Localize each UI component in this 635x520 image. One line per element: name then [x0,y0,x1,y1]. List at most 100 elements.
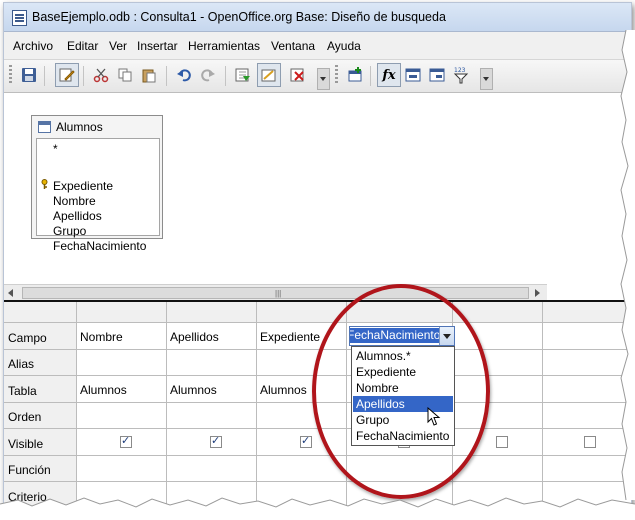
menu-ver[interactable]: Ver [109,39,127,53]
visible-cell [453,429,543,456]
redo-icon[interactable] [197,64,219,86]
column-header[interactable] [77,302,167,323]
visible-cell [77,429,167,456]
clear-query-icon[interactable] [287,64,309,86]
dropdown-option[interactable]: Alumnos.* [353,348,453,364]
table-design-area: Alumnos * Expediente Nombre Apellidos Gr… [4,93,631,284]
row-label-orden: Orden [4,403,77,429]
add-table-icon[interactable] [344,64,366,86]
orden-cell[interactable] [167,403,257,429]
combobox-value: FechaNacimiento [349,328,443,343]
field-item[interactable]: FechaNacimiento [53,239,146,253]
field-item[interactable]: Grupo [53,224,86,238]
alias-cell[interactable] [77,350,167,376]
chevron-down-icon[interactable] [439,327,454,345]
functions-icon[interactable]: fx [377,63,401,87]
horizontal-scrollbar[interactable]: ||| [4,284,547,300]
run-query-icon[interactable] [232,64,254,86]
toolbar-more-button-1[interactable] [317,68,330,90]
table-window-header[interactable]: Alumnos [32,116,162,138]
alias-cell[interactable] [257,350,347,376]
field-item[interactable]: Expediente [53,179,113,193]
visible-checkbox[interactable] [120,434,132,448]
field-item[interactable]: * [53,142,58,156]
alias-icon[interactable] [426,64,448,86]
toolbar-grip[interactable] [9,65,12,85]
copy-icon[interactable] [114,64,136,86]
save-icon[interactable] [18,64,40,86]
funcion-cell[interactable] [257,456,347,482]
distinct-values-icon[interactable]: 123 [450,64,472,86]
visible-checkbox[interactable] [496,436,508,448]
menu-herramientas[interactable]: Herramientas [188,39,260,53]
title-bar: BaseEjemplo.odb : Consulta1 - OpenOffice… [4,3,631,32]
table-window-alumnos[interactable]: Alumnos * Expediente Nombre Apellidos Gr… [31,115,163,253]
row-label-funcion: Función [4,456,77,482]
field-item[interactable]: Nombre [53,194,96,208]
query-design-grid: Campo Alias Tabla Orden Visible Función … [4,302,631,515]
window-title: BaseEjemplo.odb : Consulta1 - OpenOffice… [32,10,446,24]
table-icon [38,121,51,133]
torn-edge-right [620,30,635,500]
tabla-cell[interactable]: Alumnos [167,376,257,403]
cut-icon[interactable] [90,64,112,86]
application-window: BaseEjemplo.odb : Consulta1 - OpenOffice… [3,2,632,516]
campo-cell[interactable] [453,323,543,350]
funcion-cell[interactable] [167,456,257,482]
menu-editar[interactable]: Editar [67,39,98,53]
table-window-title: Alumnos [56,120,103,134]
tabla-cell[interactable]: Alumnos [77,376,167,403]
tabla-cell[interactable] [453,376,543,403]
funcion-cell[interactable] [77,456,167,482]
visible-checkbox[interactable] [584,436,596,448]
table-name-icon[interactable] [402,64,424,86]
svg-text:123: 123 [454,67,466,74]
column-header[interactable] [347,302,453,323]
design-view-toggle-icon[interactable] [257,63,281,87]
app-icon [12,10,27,26]
primary-key-icon [41,179,48,189]
visible-checkbox[interactable] [210,434,222,448]
field-item[interactable]: Apellidos [53,209,102,223]
funcion-cell[interactable] [347,456,453,482]
column-header[interactable] [257,302,347,323]
visible-checkbox[interactable] [300,434,312,448]
dropdown-option[interactable]: Expediente [353,364,453,380]
column-header[interactable] [167,302,257,323]
edit-mode-icon[interactable] [55,63,79,87]
funcion-cell[interactable] [453,456,543,482]
row-label-visible: Visible [4,429,77,456]
alias-cell[interactable] [167,350,257,376]
campo-dropdown-list[interactable]: Alumnos.* Expediente Nombre Apellidos Gr… [351,346,455,446]
scroll-left-icon[interactable] [8,289,13,297]
campo-combobox[interactable]: FechaNacimiento [349,326,455,346]
orden-cell[interactable] [77,403,167,429]
menu-bar: Archivo Editar Ver Insertar Herramientas… [4,32,631,60]
field-list[interactable]: * Expediente Nombre Apellidos Grupo Fech… [36,138,160,253]
visible-cell [167,429,257,456]
alias-cell[interactable] [453,350,543,376]
menu-insertar[interactable]: Insertar [137,39,178,53]
torn-edge-bottom [0,497,635,520]
undo-icon[interactable] [173,64,195,86]
campo-cell[interactable]: Nombre [77,323,167,350]
row-label-campo: Campo [4,323,77,350]
campo-cell[interactable]: Expediente [257,323,347,350]
toolbar-more-button-2[interactable] [480,68,493,90]
visible-cell [257,429,347,456]
orden-cell[interactable] [257,403,347,429]
campo-cell[interactable]: Apellidos [167,323,257,350]
tabla-cell[interactable]: Alumnos [257,376,347,403]
toolbar: fx 123 [4,60,631,93]
row-label-tabla: Tabla [4,376,77,403]
mouse-cursor-icon [427,407,441,426]
dropdown-option[interactable]: FechaNacimiento [353,428,453,444]
orden-cell[interactable] [453,403,543,429]
paste-icon[interactable] [138,64,160,86]
column-header[interactable] [453,302,543,323]
dropdown-option[interactable]: Nombre [353,380,453,396]
menu-archivo[interactable]: Archivo [13,39,53,53]
menu-ventana[interactable]: Ventana [271,39,315,53]
scroll-right-icon[interactable] [535,289,540,297]
menu-ayuda[interactable]: Ayuda [327,39,361,53]
